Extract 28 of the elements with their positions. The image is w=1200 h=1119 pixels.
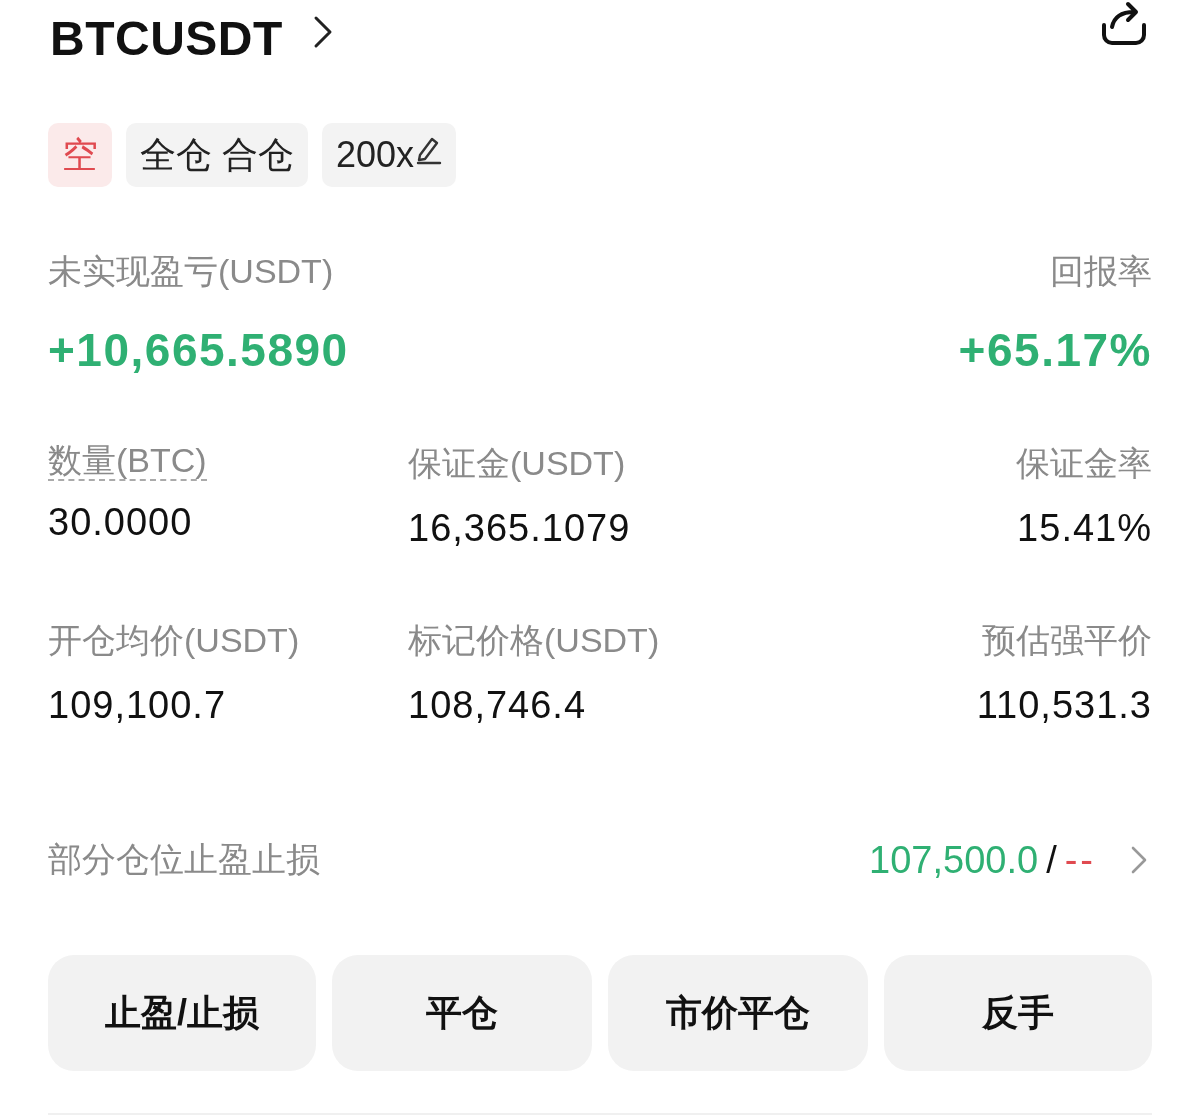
stat-label: 标记价格(USDT)	[408, 620, 661, 661]
stat-value: 30.0000	[48, 501, 194, 544]
symbol-title[interactable]: BTCUSDT	[50, 10, 283, 66]
stat-value: 15.41%	[1017, 507, 1152, 550]
action-button[interactable]: 止盈/止损	[48, 955, 316, 1071]
side-tag: 空	[48, 123, 112, 187]
stop-loss-price[interactable]: --	[1064, 838, 1096, 882]
leverage-tag[interactable]: 200x	[322, 123, 457, 187]
action-button[interactable]: 反手	[884, 955, 1152, 1071]
margin-mode-tag: 全仓 合仓	[126, 123, 308, 187]
stat-value: 110,531.3	[976, 684, 1152, 727]
stat-label: 开仓均价(USDT)	[48, 620, 301, 661]
pnl-label: 未实现盈亏(USDT)	[48, 251, 335, 292]
roe-value: +65.17%	[958, 323, 1152, 377]
roe-label: 回报率	[1050, 251, 1152, 292]
stat-label: 保证金率	[1016, 443, 1152, 484]
action-button[interactable]: 市价平仓	[608, 955, 868, 1071]
chevron-right-icon[interactable]	[312, 15, 333, 49]
stat-value: 108,746.4	[408, 684, 588, 727]
stat-value: 16,365.1079	[408, 507, 632, 550]
edit-icon	[416, 135, 443, 165]
stat-value: 109,100.7	[48, 684, 228, 727]
action-button[interactable]: 平仓	[332, 955, 592, 1071]
pnl-value: +10,665.5890	[48, 323, 349, 377]
separator: /	[1046, 838, 1057, 882]
tpsl-label: 部分仓位止盈止损	[48, 839, 320, 880]
stat-label: 预估强平价	[982, 620, 1152, 661]
stat-label: 保证金(USDT)	[408, 443, 627, 484]
